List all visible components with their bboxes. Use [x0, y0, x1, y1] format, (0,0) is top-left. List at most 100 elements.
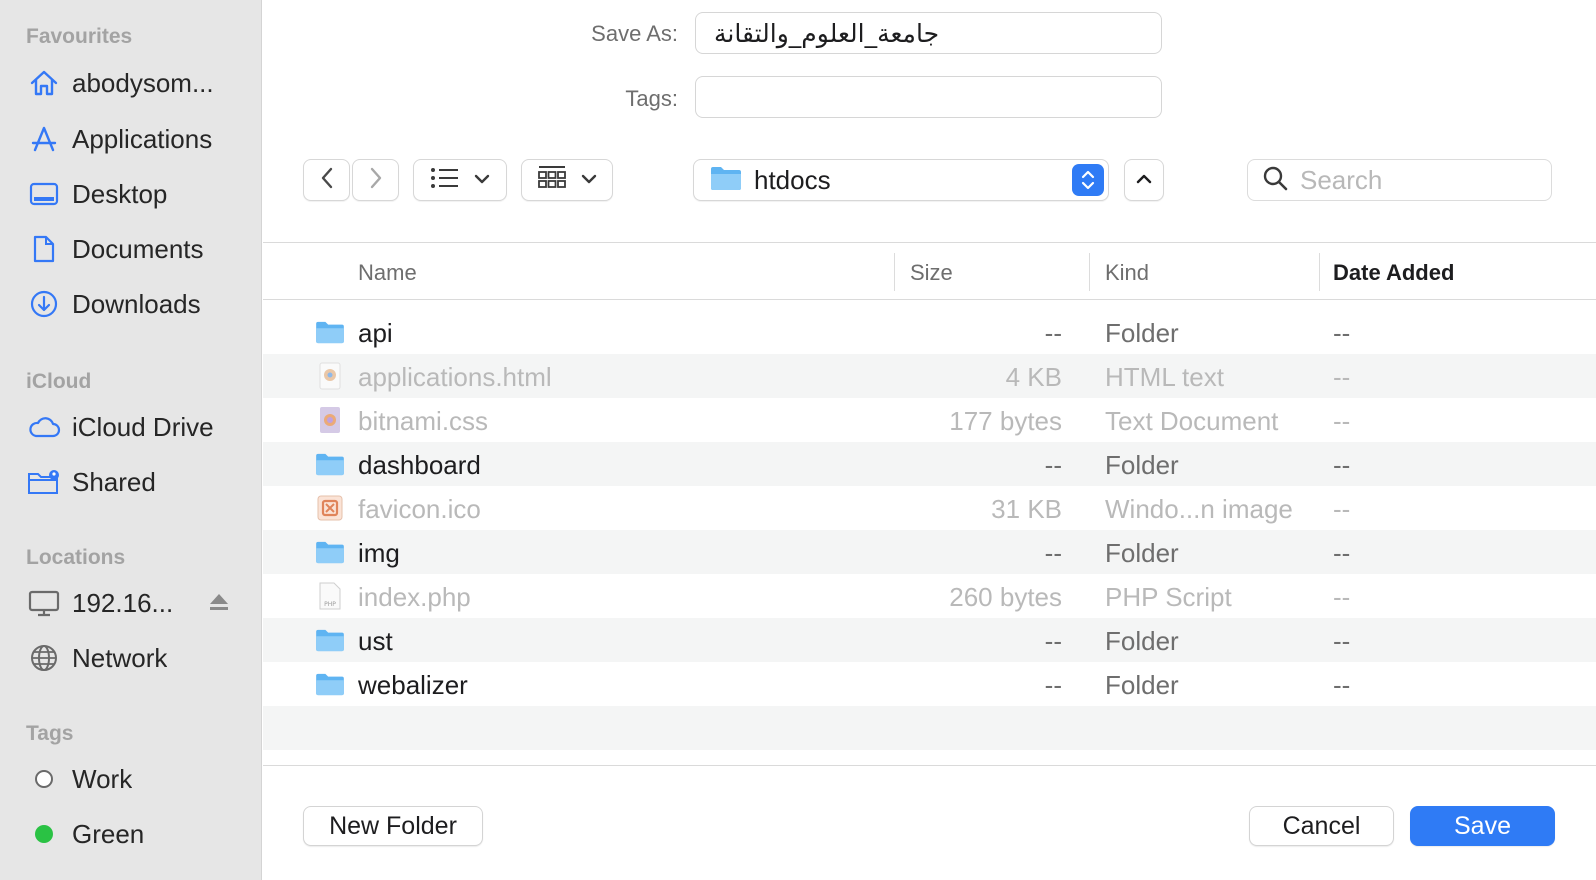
sidebar-item-label: abodysom... — [72, 67, 214, 98]
sidebar-item-server[interactable]: 192.16... — [26, 580, 250, 626]
sidebar-item-label: Desktop — [72, 178, 168, 209]
folder-icon — [710, 165, 742, 196]
column-separator[interactable] — [894, 253, 895, 291]
file-name: ust — [358, 626, 393, 656]
save-as-label: Save As: — [591, 21, 678, 46]
cloud-icon — [26, 409, 62, 445]
download-icon — [26, 286, 62, 322]
file-size: 260 bytes — [949, 582, 1062, 612]
file-date-added: -- — [1333, 362, 1351, 392]
empty-row — [263, 706, 1596, 750]
sidebar-item-downloads[interactable]: Downloads — [26, 281, 250, 327]
file-kind: Folder — [1105, 538, 1179, 568]
save-as-field[interactable]: جامعة_العلوم_والتقانة — [695, 12, 1162, 54]
file-size: -- — [1044, 626, 1062, 656]
sidebar-item-label: Shared — [72, 466, 156, 497]
file-date-added: -- — [1333, 450, 1351, 480]
file-size: 4 KB — [1005, 362, 1062, 392]
table-row: favicon.ico 31 KB Windo...n image -- — [263, 486, 1596, 530]
folder-icon — [315, 317, 345, 347]
column-size-header[interactable]: Size — [910, 245, 953, 300]
list-view-button[interactable] — [413, 159, 507, 201]
sidebar-item-desktop[interactable]: Desktop — [26, 171, 250, 217]
save-button[interactable]: Save — [1410, 806, 1555, 846]
table-row[interactable]: dashboard -- Folder -- — [263, 442, 1596, 486]
column-separator[interactable] — [1319, 253, 1320, 291]
sidebar-item-applications[interactable]: Applications — [26, 116, 250, 162]
sidebar-item-network[interactable]: Network — [26, 635, 250, 681]
search-input[interactable]: Search — [1247, 159, 1552, 201]
sidebar: Favourites abodysom... Applications Desk… — [0, 0, 262, 880]
cancel-button[interactable]: Cancel — [1249, 806, 1394, 846]
file-size: -- — [1044, 670, 1062, 700]
file-name: dashboard — [358, 450, 481, 480]
file-name: img — [358, 538, 400, 568]
tags-heading: Tags — [26, 722, 74, 745]
save-as-value: جامعة_العلوم_والتقانة — [714, 18, 940, 48]
table-header: Name Size Kind Date Added — [263, 245, 1596, 300]
chevron-right-icon — [369, 166, 383, 195]
group-view-button[interactable] — [521, 159, 613, 201]
sidebar-item-tag-green[interactable]: Green — [26, 811, 250, 857]
sidebar-item-home[interactable]: abodysom... — [26, 60, 250, 106]
applications-icon — [26, 121, 62, 157]
document-icon — [26, 231, 62, 267]
file-date-added: -- — [1333, 406, 1351, 436]
sidebar-item-icloud-drive[interactable]: iCloud Drive — [26, 404, 250, 450]
table-row[interactable]: ust -- Folder -- — [263, 618, 1596, 662]
locations-heading: Locations — [26, 546, 126, 569]
tag-circle-icon — [26, 761, 62, 797]
file-kind: Text Document — [1105, 406, 1279, 436]
file-size: 177 bytes — [949, 406, 1062, 436]
shared-folder-icon — [26, 464, 62, 500]
tags-field[interactable] — [695, 76, 1162, 118]
table-row[interactable]: api -- Folder -- — [263, 310, 1596, 354]
icloud-heading: iCloud — [26, 370, 92, 393]
file-date-added: -- — [1333, 494, 1351, 524]
sidebar-item-documents[interactable]: Documents — [26, 226, 250, 272]
column-kind-header[interactable]: Kind — [1105, 245, 1149, 300]
sidebar-item-shared[interactable]: Shared — [26, 459, 250, 505]
svg-text:PHP: PHP — [324, 601, 336, 608]
file-size: -- — [1044, 450, 1062, 480]
new-folder-button[interactable]: New Folder — [303, 806, 483, 846]
table-row: bitnami.css 177 bytes Text Document -- — [263, 398, 1596, 442]
firefox-css-file-icon — [315, 405, 345, 435]
sidebar-item-label: 192.16... — [72, 587, 174, 618]
chevron-up-icon — [1136, 171, 1152, 189]
divider — [263, 242, 1596, 243]
eject-icon[interactable] — [208, 592, 230, 617]
file-name: applications.html — [358, 362, 552, 392]
column-name-header[interactable]: Name — [358, 245, 417, 300]
back-button[interactable] — [303, 159, 350, 201]
table-row: PHP index.php 260 bytes PHP Script -- — [263, 574, 1596, 618]
expand-collapse-button[interactable] — [1124, 159, 1164, 201]
chevron-left-icon — [320, 166, 334, 195]
table-row[interactable]: webalizer -- Folder -- — [263, 662, 1596, 706]
globe-icon — [26, 640, 62, 676]
sidebar-item-label: iCloud Drive — [72, 411, 214, 442]
column-date-added-header[interactable]: Date Added — [1333, 245, 1454, 300]
file-date-added: -- — [1333, 538, 1351, 568]
file-list: api -- Folder -- applications.html 4 KB … — [263, 310, 1596, 750]
forward-button[interactable] — [352, 159, 399, 201]
column-separator[interactable] — [1089, 253, 1090, 291]
chevron-down-icon — [474, 171, 490, 189]
file-kind: PHP Script — [1105, 582, 1232, 612]
sidebar-item-label: Documents — [72, 233, 204, 264]
file-date-added: -- — [1333, 626, 1351, 656]
file-date-added: -- — [1333, 582, 1351, 612]
sidebar-item-tag-work[interactable]: Work — [26, 756, 250, 802]
folder-icon — [315, 625, 345, 655]
file-name: api — [358, 318, 393, 348]
file-name: webalizer — [358, 670, 468, 700]
tag-circle-icon — [26, 816, 62, 852]
file-kind: Folder — [1105, 626, 1179, 656]
file-date-added: -- — [1333, 318, 1351, 348]
table-row[interactable]: img -- Folder -- — [263, 530, 1596, 574]
list-icon — [430, 167, 460, 194]
file-name: favicon.ico — [358, 494, 481, 524]
computer-icon — [26, 585, 62, 621]
file-name: index.php — [358, 582, 471, 612]
location-popup[interactable]: htdocs — [693, 159, 1109, 201]
